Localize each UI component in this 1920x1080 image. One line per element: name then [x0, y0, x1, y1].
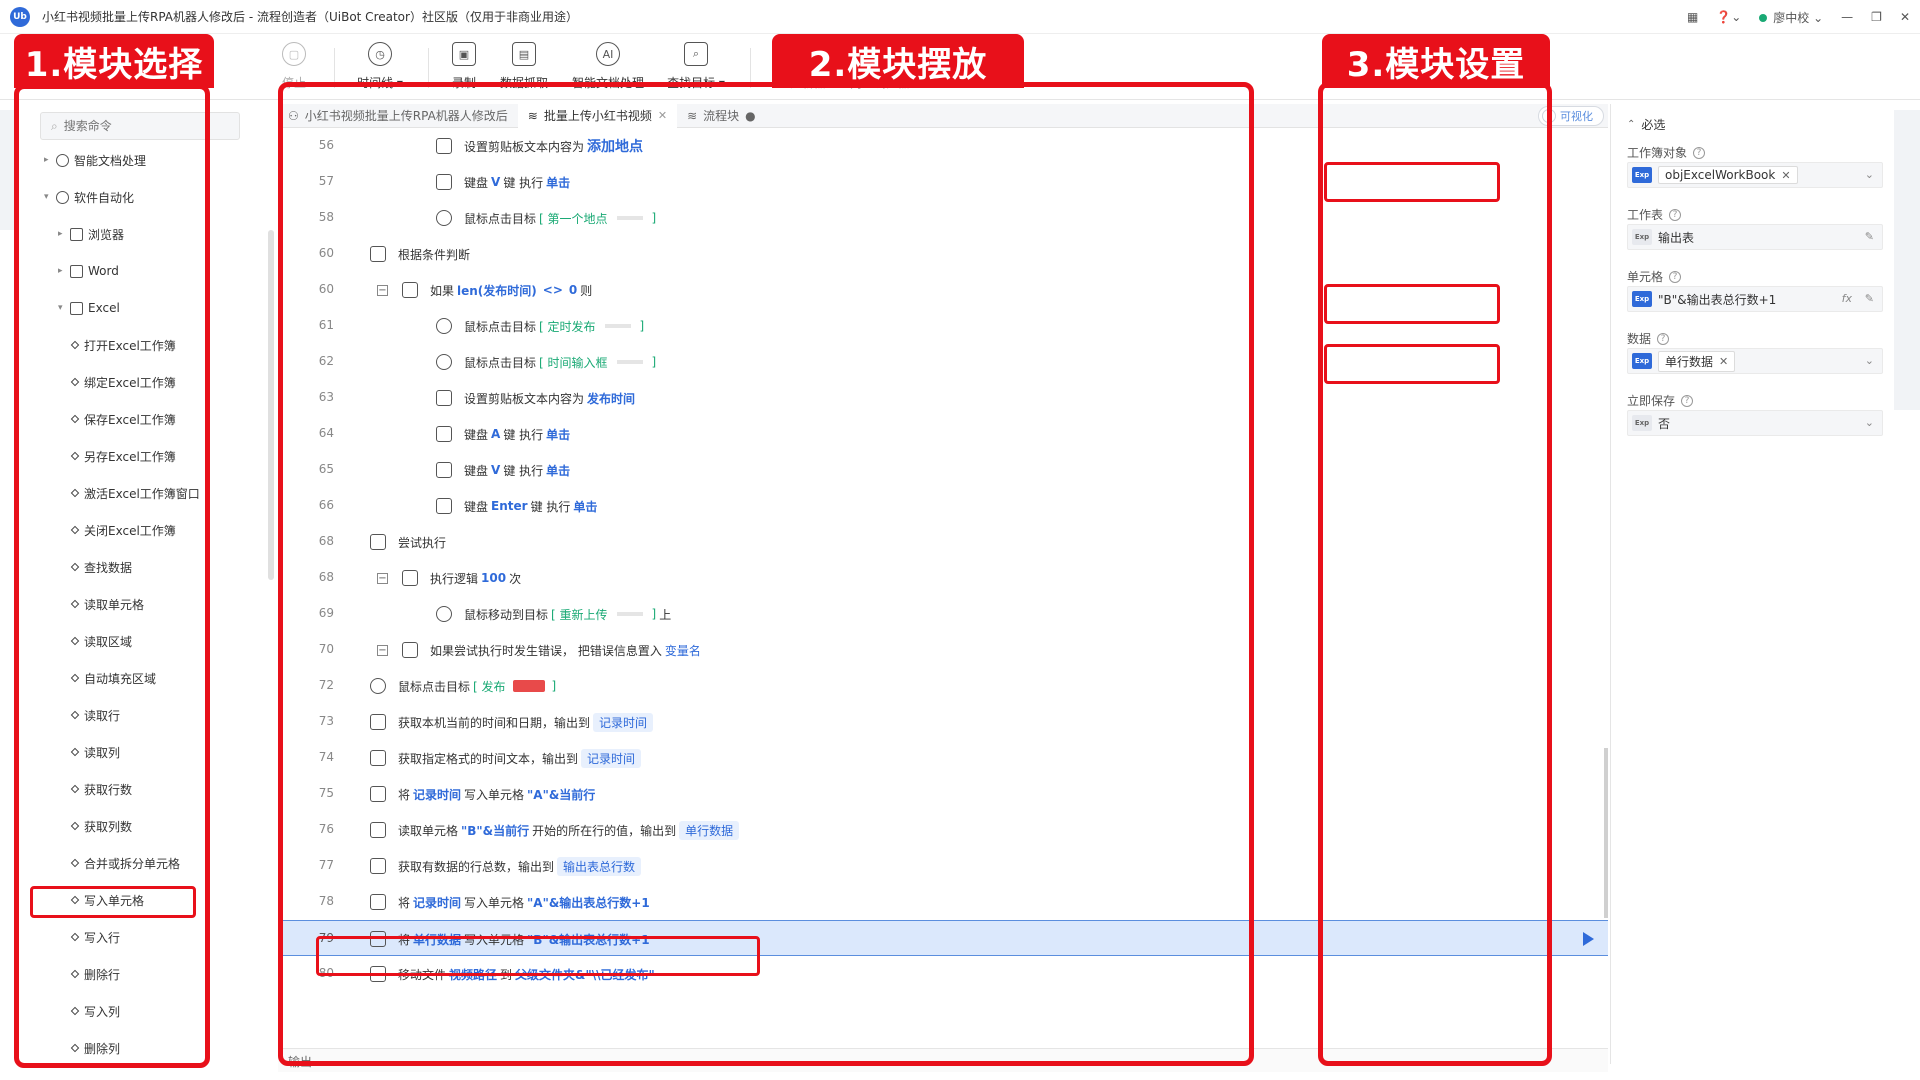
expression-mode-icon[interactable]: Exp — [1632, 415, 1652, 431]
property-label-text: 工作簿对象 — [1627, 146, 1688, 160]
expression-mode-icon[interactable]: Exp — [1632, 229, 1652, 245]
chevron-down-icon[interactable]: ⌄ — [1865, 416, 1874, 429]
chevron-down-icon[interactable]: ⌄ — [1865, 354, 1874, 367]
properties-panel: ⌃ 必选 工作簿对象? Exp objExcelWorkBook ✕ ⌄ 工作表? Exp 输… — [1610, 104, 1890, 1064]
minimize-icon[interactable]: — — [1841, 10, 1853, 24]
command-panel-scrollbar[interactable] — [268, 230, 274, 580]
help-icon[interactable]: ? — [1669, 270, 1682, 283]
help-icon[interactable]: ? — [1681, 394, 1694, 407]
chevron-up-icon: ⌃ — [1627, 119, 1636, 130]
chip-text: objExcelWorkBook — [1665, 168, 1776, 182]
remove-chip-icon[interactable]: ✕ — [1719, 355, 1728, 368]
property-value: 否 — [1658, 416, 1671, 431]
annotation-label-3: 3.模块设置 — [1322, 34, 1550, 88]
property-label-text: 单元格 — [1627, 270, 1664, 284]
right-side-tabs[interactable] — [1894, 110, 1920, 410]
property-field[interactable]: Exp 输出表 ✎ — [1627, 224, 1883, 250]
ai-doc-icon: AI — [596, 42, 620, 66]
expression-mode-icon[interactable]: Exp — [1632, 353, 1652, 369]
restore-icon[interactable]: ❐ — [1871, 10, 1882, 24]
property-label-text: 立即保存 — [1627, 394, 1676, 408]
record-icon: ▣ — [452, 42, 476, 66]
online-status-icon — [1759, 13, 1768, 22]
property-label: 工作表? — [1627, 206, 1682, 223]
edit-icon[interactable]: ✎ — [1865, 230, 1874, 243]
remove-chip-icon[interactable]: ✕ — [1781, 169, 1790, 182]
title-bar-controls: ▦ ❓⌄ 廖中校 ⌄ — ❐ ✕ — [1687, 0, 1910, 34]
property-value: 单行数据 ✕ — [1658, 350, 1736, 372]
property-label: 单元格? — [1627, 268, 1682, 285]
annotation-box-module-settings — [1318, 82, 1552, 1066]
run-line-icon[interactable] — [1583, 932, 1594, 946]
highlight-selected-flow-row — [316, 936, 760, 976]
property-label: 工作簿对象? — [1627, 144, 1706, 161]
stop-icon: ▢ — [282, 42, 306, 66]
property-label: 数据? — [1627, 330, 1670, 347]
function-icon[interactable]: fx — [1842, 292, 1852, 305]
property-label-text: 数据 — [1627, 332, 1652, 346]
expression-mode-icon[interactable]: Exp — [1632, 167, 1652, 183]
section-title: 必选 — [1641, 118, 1666, 132]
annotation-box-module-place — [278, 82, 1254, 1066]
property-field[interactable]: Exp objExcelWorkBook ✕ ⌄ — [1627, 162, 1883, 188]
highlight-data-field — [1324, 344, 1500, 384]
property-value: 输出表 — [1658, 230, 1695, 245]
title-bar: Ub 小红书视频批量上传RPA机器人修改后 - 流程创造者（UiBot Crea… — [0, 0, 1920, 34]
property-value: "B"&输出表总行数+1 — [1658, 292, 1777, 307]
annotation-box-module-select — [14, 84, 210, 1068]
highlight-write-cell-command — [30, 886, 196, 918]
help-icon[interactable]: ❓⌄ — [1716, 10, 1741, 24]
required-section-header[interactable]: ⌃ 必选 — [1627, 116, 1665, 133]
visualize-label: 可视化 — [1560, 110, 1593, 123]
help-icon[interactable]: ? — [1657, 332, 1670, 345]
chip-text: 单行数据 — [1665, 354, 1714, 369]
annotation-label-2: 2.模块摆放 — [772, 34, 1024, 88]
app-logo-icon: Ub — [10, 6, 30, 27]
layout-icon[interactable]: ▦ — [1687, 10, 1698, 24]
close-icon[interactable]: ✕ — [1900, 10, 1910, 24]
property-field[interactable]: Exp 单行数据 ✕ ⌄ — [1627, 348, 1883, 374]
user-menu[interactable]: 廖中校 ⌄ — [1759, 9, 1823, 26]
property-value: objExcelWorkBook ✕ — [1658, 166, 1798, 184]
window-title: 小红书视频批量上传RPA机器人修改后 - 流程创造者（UiBot Creator… — [42, 10, 578, 24]
property-field[interactable]: Exp "B"&输出表总行数+1 fx ✎ — [1627, 286, 1883, 312]
annotation-label-1: 1.模块选择 — [14, 34, 214, 88]
highlight-workbook-field — [1324, 162, 1500, 202]
chevron-down-icon[interactable]: ⌄ — [1865, 168, 1874, 181]
property-field[interactable]: Exp 否 ⌄ — [1627, 410, 1883, 436]
expression-mode-icon[interactable]: Exp — [1632, 291, 1652, 307]
help-icon[interactable]: ? — [1669, 208, 1682, 221]
find-target-icon: ⌕ — [684, 42, 708, 66]
help-icon[interactable]: ? — [1693, 146, 1706, 159]
user-name: 廖中校 — [1773, 10, 1810, 25]
clock-icon: ◷ — [368, 42, 392, 66]
highlight-cell-field — [1324, 284, 1500, 324]
property-label: 立即保存? — [1627, 392, 1694, 409]
property-label-text: 工作表 — [1627, 208, 1664, 222]
edit-icon[interactable]: ✎ — [1865, 292, 1874, 305]
data-grab-icon: ▤ — [512, 42, 536, 66]
